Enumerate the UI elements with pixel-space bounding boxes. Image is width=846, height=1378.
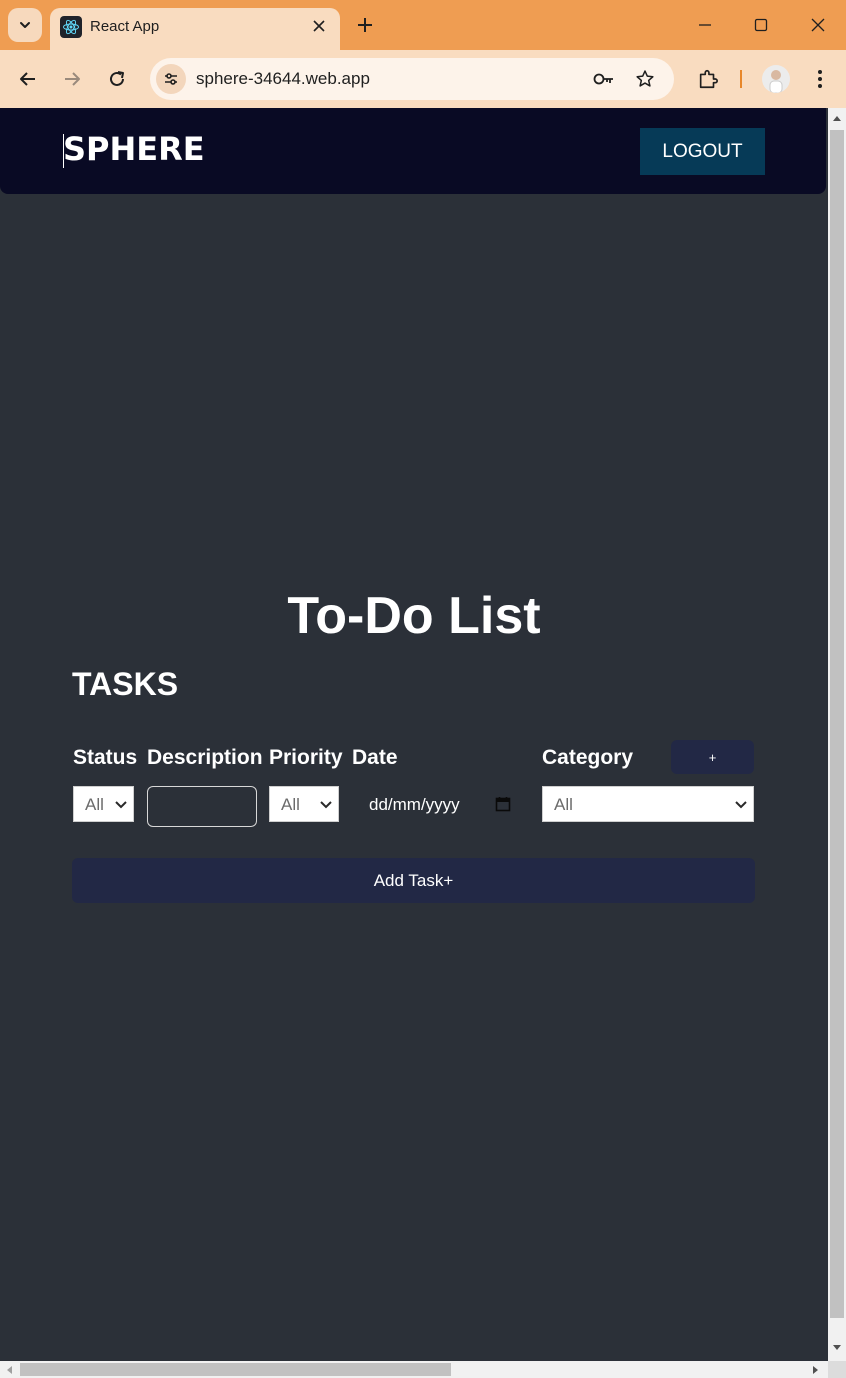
chevron-down-icon [20, 22, 30, 28]
page-title: To-Do List [287, 587, 541, 645]
reload-icon [110, 71, 124, 86]
address-bar[interactable]: sphere-34644.web.app [150, 58, 674, 100]
horizontal-scroll-thumb[interactable] [20, 1363, 451, 1376]
app-navbar: SPHERE LOGOUT [0, 108, 826, 194]
minimize-icon [699, 24, 711, 26]
close-icon [313, 20, 325, 32]
scrollbar-corner [828, 1361, 846, 1378]
tab-search-button[interactable] [8, 8, 42, 42]
category-select[interactable]: All [542, 786, 754, 822]
browser-tab[interactable]: React App [50, 8, 340, 50]
minimize-button[interactable] [690, 10, 720, 40]
description-label: Description [147, 746, 263, 769]
more-vert-icon [818, 70, 822, 88]
status-select-value: All [85, 795, 104, 814]
tasks-heading: TASKS [72, 666, 179, 702]
browser-menu-button[interactable] [804, 63, 836, 95]
logout-button[interactable]: LOGOUT [640, 128, 765, 175]
text-caret [63, 134, 64, 168]
chevron-down-icon [115, 801, 127, 809]
browser-toolbar: sphere-34644.web.app [0, 50, 846, 108]
page-viewport: SPHERE LOGOUT To-Do List TASKS Status De… [0, 108, 828, 1361]
star-icon [636, 70, 654, 87]
scroll-right-arrow-icon[interactable] [812, 1365, 820, 1375]
tune-icon [165, 73, 177, 85]
vertical-scroll-thumb[interactable] [830, 130, 844, 1318]
category-label: Category [542, 746, 634, 769]
forward-button[interactable] [56, 63, 88, 95]
horizontal-scrollbar[interactable] [0, 1361, 828, 1378]
url-text: sphere-34644.web.app [196, 69, 370, 88]
chevron-down-icon [735, 801, 747, 809]
brand-logo[interactable]: SPHERE [63, 130, 205, 168]
priority-select-value: All [281, 795, 300, 814]
scroll-left-arrow-icon[interactable] [5, 1365, 13, 1375]
vertical-scrollbar[interactable] [828, 108, 846, 1361]
priority-label: Priority [269, 746, 343, 769]
toolbar-divider [740, 70, 742, 88]
date-label: Date [352, 746, 398, 769]
date-placeholder: dd/mm/yyyy [369, 795, 460, 814]
site-info-button[interactable] [156, 64, 186, 94]
extensions-button[interactable] [692, 63, 724, 95]
add-task-button[interactable]: Add Task+ [72, 858, 755, 903]
plus-icon [358, 18, 372, 32]
arrow-right-icon [65, 72, 80, 86]
category-select-value: All [554, 795, 573, 814]
password-key-button[interactable] [591, 66, 617, 92]
profile-avatar[interactable] [762, 65, 790, 93]
new-tab-button[interactable] [352, 12, 378, 38]
browser-title-bar: React App [0, 0, 846, 50]
close-tab-button[interactable] [308, 15, 330, 37]
priority-select[interactable]: All [269, 786, 339, 822]
close-window-button[interactable] [803, 10, 833, 40]
reload-button[interactable] [101, 63, 133, 95]
scroll-up-arrow-icon[interactable] [832, 114, 842, 122]
calendar-icon[interactable] [495, 796, 511, 812]
scroll-down-arrow-icon[interactable] [832, 1344, 842, 1352]
bookmark-button[interactable] [632, 66, 658, 92]
back-button[interactable] [12, 63, 44, 95]
react-logo-icon [60, 16, 82, 38]
key-icon [593, 73, 613, 85]
tab-title: React App [90, 18, 160, 35]
description-input[interactable] [147, 786, 257, 827]
arrow-left-icon [20, 72, 35, 86]
date-input[interactable]: dd/mm/yyyy [354, 786, 518, 822]
close-icon [811, 18, 825, 32]
puzzle-icon [699, 69, 718, 89]
status-label: Status [73, 746, 138, 769]
chevron-down-icon [320, 801, 332, 809]
maximize-icon [754, 18, 768, 32]
status-select[interactable]: All [73, 786, 134, 822]
maximize-button[interactable] [746, 10, 776, 40]
add-category-button[interactable]: + [671, 740, 754, 774]
